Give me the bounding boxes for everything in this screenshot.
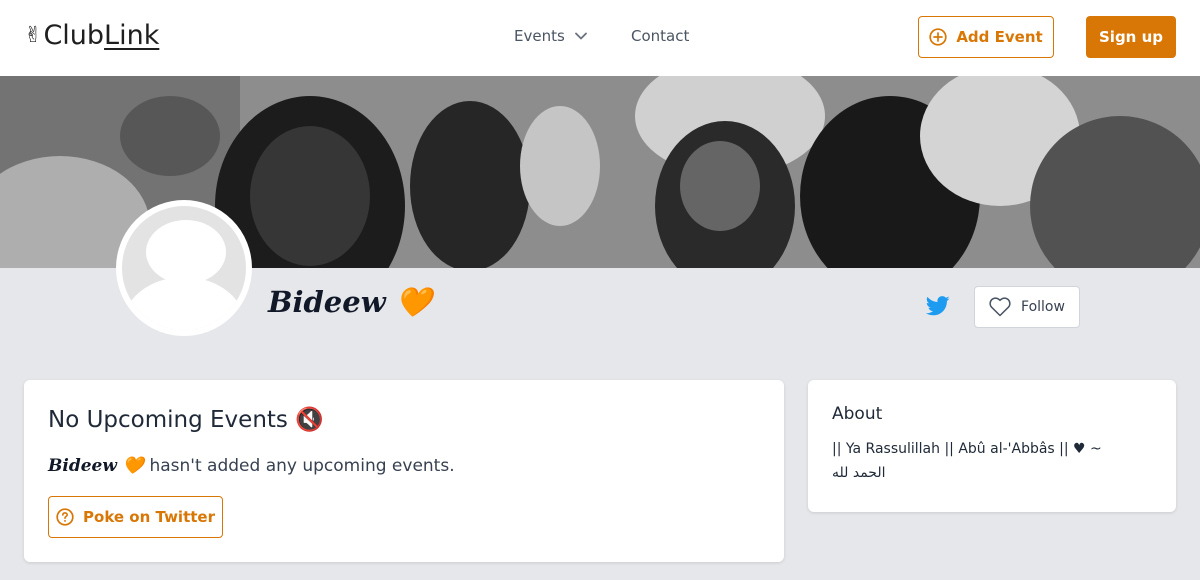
description-text: hasn't added any upcoming events.	[144, 456, 455, 476]
profile-name: Bideew 🧡	[268, 285, 432, 319]
upcoming-events-description: Bideew 🧡 hasn't added any upcoming event…	[48, 456, 455, 476]
top-navbar: ✌ Club Link Events Contact Add Event Sign…	[0, 0, 1200, 76]
nav-contact-link[interactable]: Contact	[631, 27, 689, 45]
plus-circle-icon	[929, 28, 947, 46]
sign-up-button[interactable]: Sign up	[1086, 16, 1176, 58]
about-text: || Ya Rassulillah || Abû al-'Abbâs || ♥ …	[832, 441, 1102, 481]
add-event-button[interactable]: Add Event	[918, 16, 1054, 58]
default-user-icon	[122, 206, 246, 330]
victory-hand-icon: ✌	[24, 23, 43, 48]
follow-label: Follow	[1021, 299, 1065, 315]
poke-on-twitter-button[interactable]: Poke on Twitter	[48, 496, 223, 538]
add-event-label: Add Event	[956, 28, 1043, 46]
description-profile-name: Bideew 🧡	[48, 456, 145, 476]
upcoming-events-title: No Upcoming Events 🔇	[48, 407, 324, 433]
logo-text-link: Link	[104, 20, 160, 51]
about-title: About	[832, 404, 883, 424]
upcoming-events-card: No Upcoming Events 🔇 Bideew 🧡 hasn't add…	[24, 380, 784, 562]
clublink-logo[interactable]: ✌ Club Link	[24, 20, 159, 51]
profile-avatar	[116, 200, 252, 336]
poke-on-twitter-label: Poke on Twitter	[83, 508, 215, 526]
nav-events-label: Events	[514, 27, 565, 45]
heart-icon	[989, 297, 1011, 317]
nav-events-dropdown[interactable]: Events	[514, 27, 587, 45]
twitter-icon[interactable]	[926, 296, 950, 316]
chevron-down-icon	[574, 32, 587, 40]
logo-text-club: Club	[43, 20, 105, 51]
follow-button[interactable]: Follow	[974, 286, 1080, 328]
about-card: About || Ya Rassulillah || Abû al-'Abbâs…	[808, 380, 1176, 512]
question-circle-icon	[56, 508, 74, 526]
